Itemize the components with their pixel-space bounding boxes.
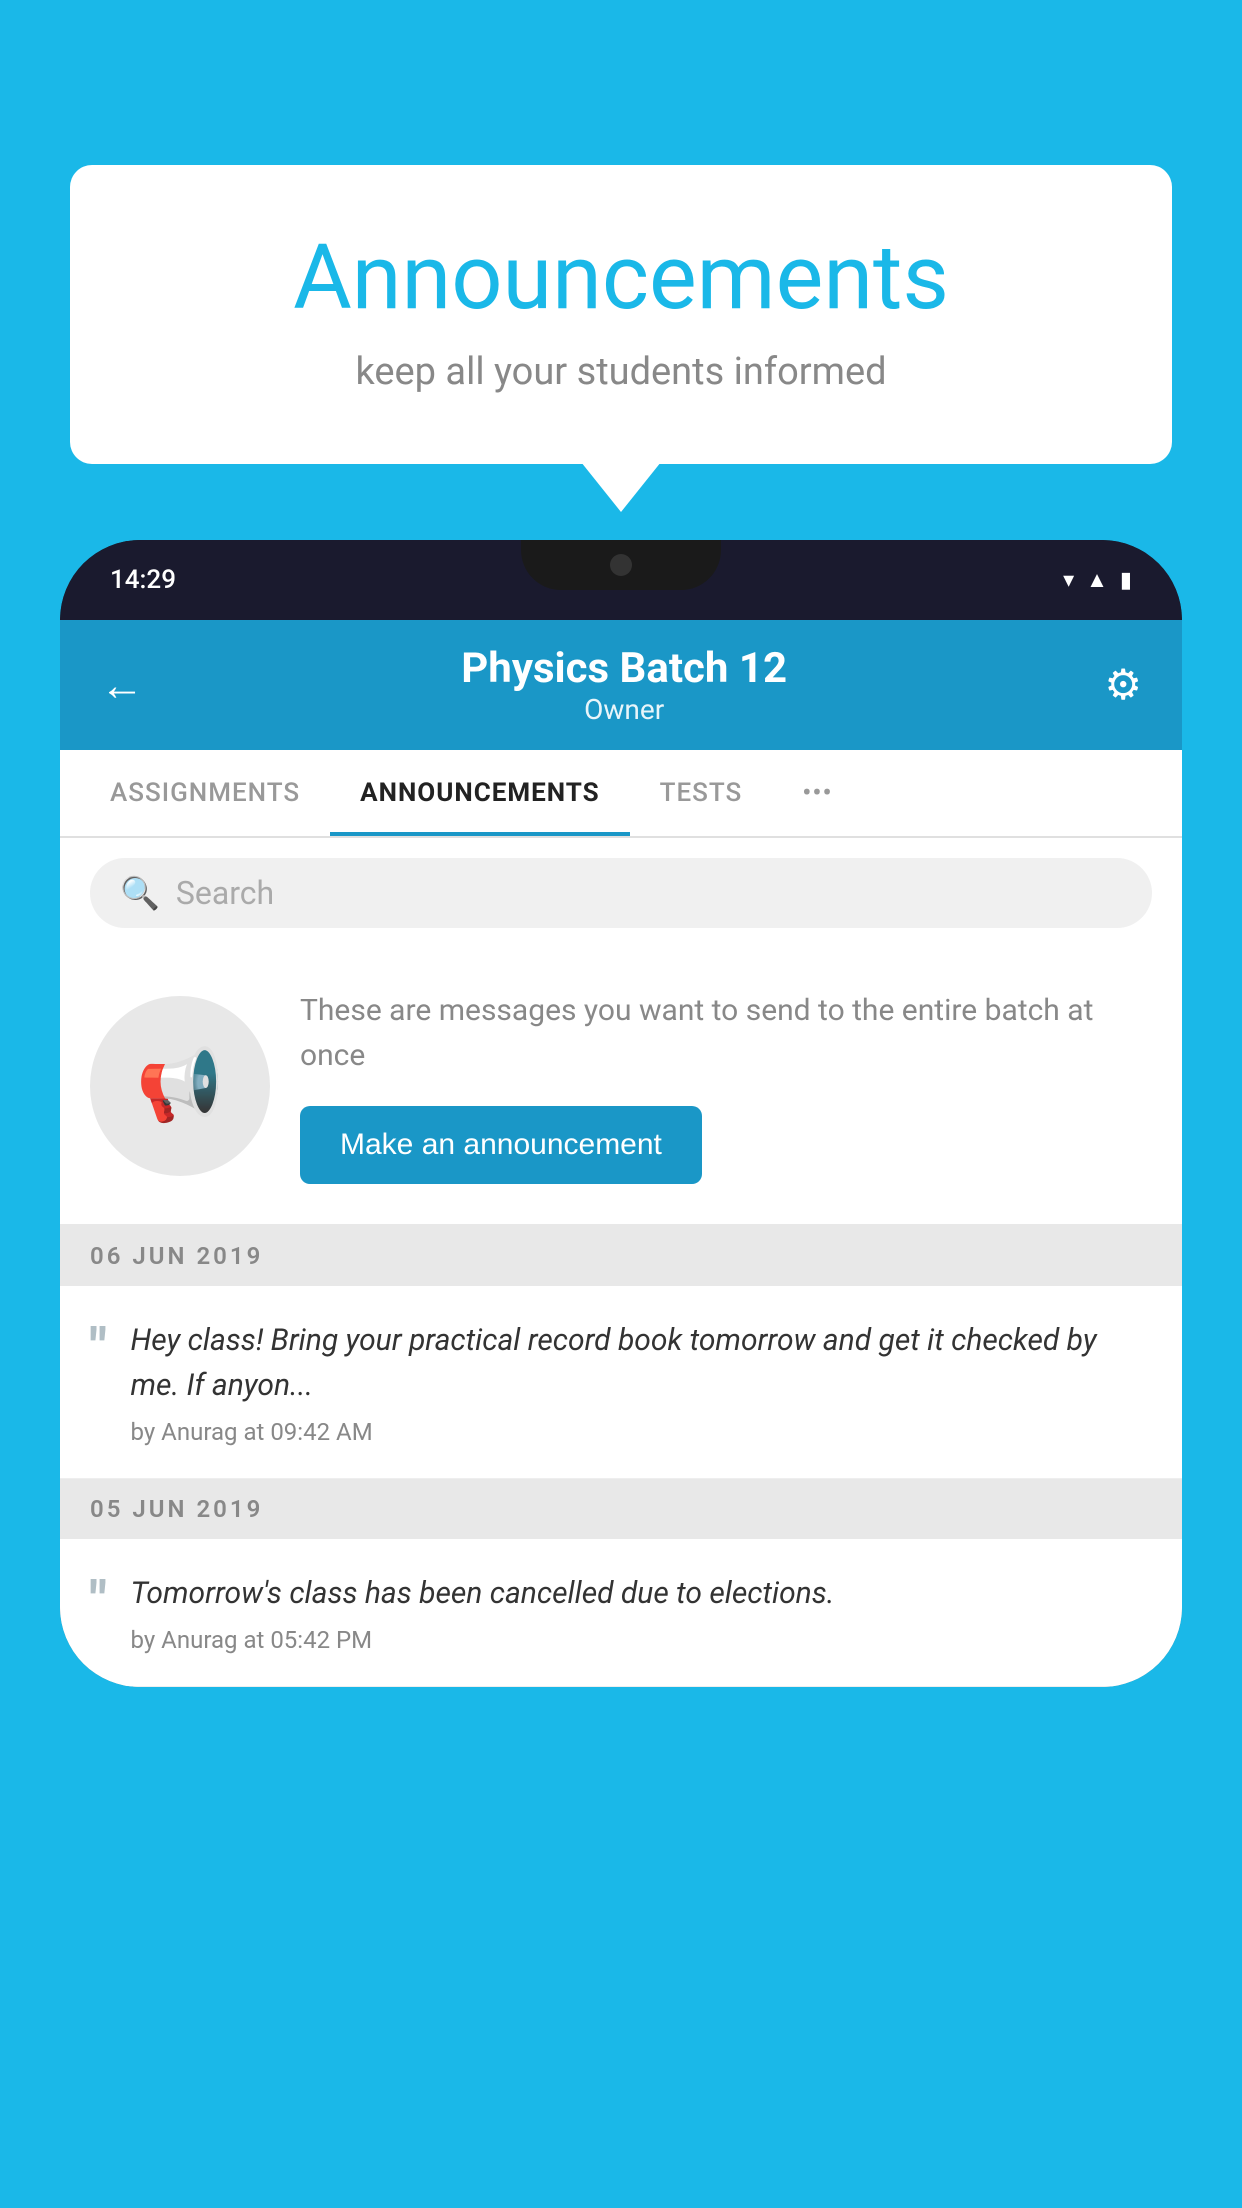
announcement-text-block-2: Tomorrow's class has been cancelled due … <box>131 1571 1152 1654</box>
megaphone-icon: 📢 <box>136 1045 223 1127</box>
batch-title: Physics Batch 12 <box>461 644 787 693</box>
tab-more[interactable]: ••• <box>772 750 862 836</box>
date-separator-2: 05 JUN 2019 <box>60 1479 1182 1539</box>
phone-notch <box>521 540 721 590</box>
back-button[interactable]: ← <box>100 659 144 711</box>
announcement-meta-2: by Anurag at 05:42 PM <box>131 1626 1152 1654</box>
announcement-item-1[interactable]: " Hey class! Bring your practical record… <box>60 1286 1182 1479</box>
announcement-text-1: Hey class! Bring your practical record b… <box>131 1318 1152 1408</box>
announcement-text-2: Tomorrow's class has been cancelled due … <box>131 1571 1152 1616</box>
promo-description: These are messages you want to send to t… <box>300 988 1152 1078</box>
promo-card: 📢 These are messages you want to send to… <box>60 948 1182 1226</box>
speech-bubble-area: Announcements keep all your students inf… <box>70 165 1172 464</box>
promo-icon-circle: 📢 <box>90 996 270 1176</box>
announcement-item-2[interactable]: " Tomorrow's class has been cancelled du… <box>60 1539 1182 1687</box>
tabs-bar: ASSIGNMENTS ANNOUNCEMENTS TESTS ••• <box>60 750 1182 838</box>
bubble-subtitle: keep all your students informed <box>150 350 1092 394</box>
phone-wrapper: 14:29 ▾ ▲ ▮ ← Physics Batch 12 Owner ⚙ A… <box>60 540 1182 2208</box>
search-input[interactable]: Search <box>176 874 274 912</box>
date-separator-1: 06 JUN 2019 <box>60 1226 1182 1286</box>
signal-icon: ▲ <box>1086 567 1108 593</box>
battery-icon: ▮ <box>1120 568 1132 593</box>
announcement-meta-1: by Anurag at 09:42 AM <box>131 1418 1152 1446</box>
promo-right: These are messages you want to send to t… <box>300 988 1152 1184</box>
quote-icon-1: " <box>90 1322 107 1374</box>
app-bar-center: Physics Batch 12 Owner <box>461 644 787 726</box>
make-announcement-button[interactable]: Make an announcement <box>300 1106 702 1184</box>
status-bar: 14:29 ▾ ▲ ▮ <box>60 540 1182 620</box>
phone: 14:29 ▾ ▲ ▮ ← Physics Batch 12 Owner ⚙ A… <box>60 540 1182 1687</box>
speech-bubble: Announcements keep all your students inf… <box>70 165 1172 464</box>
wifi-icon: ▾ <box>1063 568 1074 593</box>
bubble-title: Announcements <box>150 225 1092 330</box>
quote-icon-2: " <box>90 1575 107 1627</box>
camera <box>610 554 632 576</box>
batch-role: Owner <box>461 693 787 726</box>
status-time: 14:29 <box>110 565 176 595</box>
app-bar: ← Physics Batch 12 Owner ⚙ <box>60 620 1182 750</box>
tab-tests[interactable]: TESTS <box>630 750 773 836</box>
announcement-text-block-1: Hey class! Bring your practical record b… <box>131 1318 1152 1446</box>
tab-assignments[interactable]: ASSIGNMENTS <box>80 750 330 836</box>
screen-content: 🔍 Search 📢 These are messages you want t… <box>60 838 1182 1687</box>
settings-icon[interactable]: ⚙ <box>1104 660 1142 710</box>
search-bar[interactable]: 🔍 Search <box>90 858 1152 928</box>
search-icon: 🔍 <box>120 874 160 912</box>
status-icons: ▾ ▲ ▮ <box>1063 567 1132 593</box>
tab-announcements[interactable]: ANNOUNCEMENTS <box>330 750 629 836</box>
search-container: 🔍 Search <box>60 838 1182 948</box>
